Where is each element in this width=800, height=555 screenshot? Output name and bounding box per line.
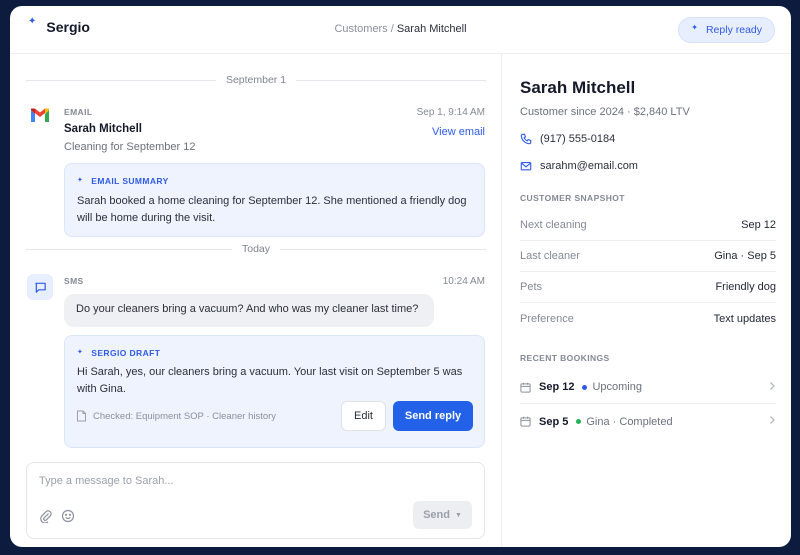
snapshot-row: Next cleaning Sep 12 xyxy=(520,210,776,241)
status-dot xyxy=(582,384,588,390)
send-reply-button[interactable]: Send reply xyxy=(393,401,473,431)
chevron-right-icon xyxy=(770,416,775,424)
sms-icon xyxy=(27,274,53,300)
gmail-icon xyxy=(31,108,49,122)
email-summary-card: ✦ EMAIL SUMMARY Sarah booked a home clean… xyxy=(64,163,485,237)
calendar-icon xyxy=(520,382,531,393)
booking-row[interactable]: Sep 12 Upcoming xyxy=(520,371,776,404)
breadcrumb-parent[interactable]: Customers xyxy=(334,23,387,35)
sms-message-bubble: Do your cleaners bring a vacuum? And who… xyxy=(64,294,434,327)
send-button[interactable]: Send ▼ xyxy=(413,501,472,529)
email-timestamp: Sep 1, 9:14 AM xyxy=(416,107,485,118)
date-divider: September 1 xyxy=(26,73,486,87)
sparkle-icon: ✦ xyxy=(77,177,84,184)
snapshot-section-title: CUSTOMER SNAPSHOT xyxy=(520,193,625,203)
calendar-icon xyxy=(520,416,531,427)
snapshot-row: Preference Text updates xyxy=(520,312,776,325)
status-dot xyxy=(576,419,582,424)
phone-number: (917) 555-0184 xyxy=(540,133,616,145)
sparkle-icon: ✦ xyxy=(77,349,84,356)
phone-row[interactable]: (917) 555-0184 xyxy=(520,133,615,145)
bookings-section-title: RECENT BOOKINGS xyxy=(520,353,610,363)
customer-panel: Sarah Mitchell Customer since 2024 · $2,… xyxy=(501,54,791,547)
message-composer[interactable]: Type a message to Sarah... Send ▼ xyxy=(26,462,485,539)
edit-button[interactable]: Edit xyxy=(341,401,386,431)
draft-title: ✦ SERGIO DRAFT xyxy=(77,348,161,358)
booking-row[interactable]: Sep 5 Gina · Completed xyxy=(520,405,776,438)
app-window: ✦ Sergio Customers / Sarah Mitchell ✦ Re… xyxy=(10,6,791,547)
customer-since: Customer since 2024 · $2,840 LTV xyxy=(520,106,690,118)
view-email-link[interactable]: View email xyxy=(432,126,485,138)
reply-ready-pill[interactable]: ✦ Reply ready xyxy=(678,17,775,43)
breadcrumb-current: Sarah Mitchell xyxy=(396,23,467,35)
document-icon xyxy=(77,410,86,422)
email-sender: Sarah Mitchell xyxy=(64,123,142,135)
date-divider-label: September 1 xyxy=(225,74,287,86)
breadcrumb: Customers / Sarah Mitchell xyxy=(10,23,791,35)
date-divider: Today xyxy=(26,242,486,256)
email-row[interactable]: sarahm@email.com xyxy=(520,160,638,172)
checked-sources: Checked: Equipment SOP · Cleaner history xyxy=(76,410,276,422)
snapshot-row: Last cleaner Gina · Sep 5 xyxy=(520,241,776,272)
chevron-right-icon xyxy=(770,382,775,390)
top-bar: ✦ Sergio Customers / Sarah Mitchell ✦ Re… xyxy=(10,6,791,54)
paperclip-icon[interactable] xyxy=(39,509,53,523)
customer-name: Sarah Mitchell xyxy=(520,78,636,97)
date-divider-label: Today xyxy=(241,243,271,255)
breadcrumb-separator: / xyxy=(387,23,397,35)
snapshot-row: Pets Friendly dog xyxy=(520,272,776,303)
mail-icon xyxy=(520,162,532,171)
reply-ready-label: Reply ready xyxy=(705,24,762,36)
conversation-panel: September 1 EMAIL Sep 1, 9:14 AM Sarah M… xyxy=(10,54,501,547)
chevron-down-icon: ▼ xyxy=(454,511,462,519)
phone-icon xyxy=(520,133,532,145)
sms-channel-label: SMS xyxy=(64,276,84,286)
email-channel-label: EMAIL xyxy=(64,107,93,117)
emoji-icon[interactable] xyxy=(61,509,75,523)
sergio-draft-card: ✦ SERGIO DRAFT Hi Sarah, yes, our cleaner… xyxy=(64,335,485,448)
composer-placeholder[interactable]: Type a message to Sarah... xyxy=(39,475,174,487)
email-subject: Cleaning for September 12 xyxy=(64,141,196,153)
email-address: sarahm@email.com xyxy=(540,160,638,172)
draft-body: Hi Sarah, yes, our cleaners bring a vacu… xyxy=(77,366,463,395)
sms-timestamp: 10:24 AM xyxy=(442,276,485,287)
sparkle-icon: ✦ xyxy=(691,22,698,32)
email-summary-title: ✦ EMAIL SUMMARY xyxy=(77,176,169,186)
email-summary-body: Sarah booked a home cleaning for Septemb… xyxy=(77,195,467,224)
